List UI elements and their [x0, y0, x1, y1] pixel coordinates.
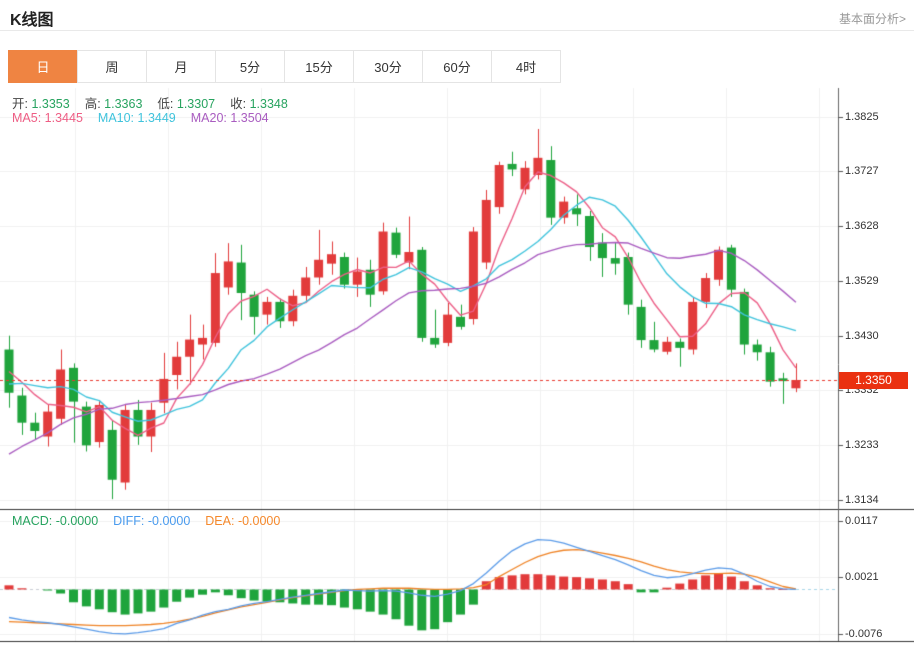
tab-周[interactable]: 周	[77, 50, 147, 83]
macd-readout: MACD: -0.0000 DIFF: -0.0000 DEA: -0.0000	[12, 514, 295, 528]
price-axis-label: 1.3825	[845, 111, 879, 123]
readout-token: DEA: -0.0000	[205, 514, 280, 528]
readout-token: MACD: -0.0000	[12, 514, 98, 528]
ohlc-readout: 开: 1.3353 高: 1.3363 低: 1.3307 收: 1.3348	[12, 93, 303, 112]
tab-月[interactable]: 月	[146, 50, 216, 83]
header-divider	[0, 30, 914, 31]
price-axis-label: 1.3727	[845, 165, 879, 177]
kline-app: K线图 基本面分析> 日周月5分15分30分60分4时 开: 1.3353 高: …	[0, 0, 914, 645]
tab-4时[interactable]: 4时	[491, 50, 561, 83]
fundamental-analysis-link[interactable]: 基本面分析>	[839, 10, 906, 27]
macd-axis-label: -0.0076	[845, 628, 882, 640]
macd-axis-label: 0.0021	[845, 571, 879, 583]
interval-tab-bar: 日周月5分15分30分60分4时	[8, 50, 561, 83]
readout-token: MA10: 1.3449	[98, 111, 176, 125]
tab-30分[interactable]: 30分	[353, 50, 423, 83]
macd-axis-label: 0.0117	[845, 515, 878, 527]
readout-token: DIFF: -0.0000	[113, 514, 190, 528]
page-title: K线图	[10, 6, 54, 30]
tab-5分[interactable]: 5分	[215, 50, 285, 83]
price-axis-label: 1.3628	[845, 220, 879, 232]
tab-日[interactable]: 日	[8, 50, 78, 83]
readout-token: 低: 1.3307	[157, 93, 215, 112]
tab-15分[interactable]: 15分	[284, 50, 354, 83]
current-price-badge: 1.3350	[839, 372, 908, 389]
tab-60分[interactable]: 60分	[422, 50, 492, 83]
readout-token: 收: 1.3348	[230, 93, 288, 112]
readout-token: MA5: 1.3445	[12, 111, 83, 125]
readout-token: 高: 1.3363	[85, 93, 143, 112]
ma-readout: MA5: 1.3445 MA10: 1.3449 MA20: 1.3504	[12, 111, 284, 125]
price-axis-label: 1.3134	[845, 494, 879, 506]
price-axis-label: 1.3529	[845, 275, 879, 287]
readout-token: 开: 1.3353	[12, 93, 70, 112]
price-axis-label: 1.3233	[845, 439, 879, 451]
readout-token: MA20: 1.3504	[191, 111, 269, 125]
price-axis-label: 1.3430	[845, 330, 879, 342]
